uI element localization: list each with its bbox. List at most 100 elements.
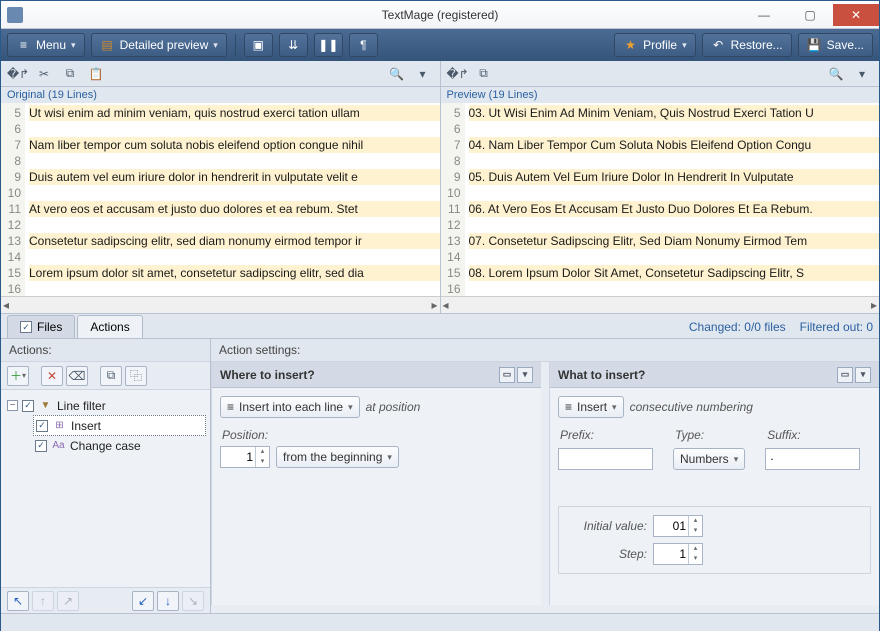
options-chevron[interactable]: ▾ [412,64,434,84]
files-checkbox[interactable]: ✓ [20,321,32,333]
section-dropdown-button[interactable]: ▾ [517,367,533,383]
delete-action-button[interactable]: ✕ [41,366,63,386]
select-all-button[interactable]: �↱ [7,64,29,84]
run-button[interactable]: ▣ [244,33,273,57]
preview-mode-button[interactable]: ▤ Detailed preview ▾ [91,33,227,57]
checkbox[interactable]: ✓ [36,420,48,432]
pilcrow-button[interactable]: ¶ [349,33,378,57]
position-label: Position: [220,424,533,446]
actions-tree[interactable]: − ✓ ▼ Line filter ✓ ⊞ Insert ✓ Aa Change… [1,390,210,587]
from-label: from the beginning [283,450,382,464]
where-title: Where to insert? [220,368,315,382]
type-value: Numbers [680,452,729,466]
chevron-down-icon: ▾ [71,40,76,51]
duplicate-action-button[interactable]: ⿻ [125,366,147,386]
add-action-button[interactable]: ＋▾ [7,366,29,386]
spin-up-icon[interactable]: ▴ [689,544,702,554]
prefix-label: Prefix: [558,424,653,446]
tab-strip: ✓ Files Actions Changed: 0/0 files Filte… [1,313,879,339]
preview-hscrollbar[interactable]: ◂▸ [441,296,880,313]
window-title: TextMage (registered) [382,8,499,22]
prefix-input[interactable] [558,448,653,470]
status-filtered: Filtered out: 0 [800,320,873,334]
position-input[interactable]: 1 ▴▾ [220,446,270,468]
section-dropdown-button[interactable]: ▾ [855,367,871,383]
preview-editor[interactable]: 56789101112131415161718 03. Ut Wisi Enim… [441,103,880,296]
from-combo[interactable]: from the beginning ▾ [276,446,399,468]
spin-up-icon[interactable]: ▴ [256,447,269,457]
changecase-icon: Aa [51,438,66,453]
hamburger-icon: ≡ [565,400,572,414]
type-combo[interactable]: Numbers ▾ [673,448,745,470]
minimize-button[interactable]: ― [741,4,787,26]
maximize-button[interactable]: ▢ [787,4,833,26]
menu-label: Menu [36,38,66,52]
section-menu-button[interactable]: ▭ [499,367,515,383]
pause-button[interactable]: ❚❚ [314,33,343,57]
step-input[interactable]: 1 ▴▾ [653,543,703,565]
tree-row-linefilter[interactable]: − ✓ ▼ Line filter [5,396,206,415]
collapse-icon[interactable]: − [7,400,18,411]
original-editor[interactable]: 56789101112131415161718 Ut wisi enim ad … [1,103,440,296]
spin-down-icon[interactable]: ▾ [689,554,702,564]
copy-button[interactable]: ⧉ [59,64,81,84]
preview-label: Detailed preview [120,38,209,52]
checkbox[interactable]: ✓ [22,400,34,412]
what-section: What to insert? ▭ ▾ ≡ Insert ▾ consecuti… [549,362,879,605]
suffix-input[interactable]: . [765,448,860,470]
original-hscrollbar[interactable]: ◂▸ [1,296,440,313]
preview-toolbar: �↱ ⧉ 🔍 ▾ [440,61,880,87]
pause-icon: ❚❚ [321,38,336,53]
what-section-head: What to insert? ▭ ▾ [550,362,879,388]
chevron-down-icon: ▾ [734,454,739,465]
nav-down-left-button[interactable]: ↙ [132,591,154,611]
where-mode-combo[interactable]: ≡ Insert into each line ▾ [220,396,360,418]
copy-action-button[interactable]: ⧉ [100,366,122,386]
position-value: 1 [246,450,253,464]
statusbar [1,613,879,631]
main-toolbar: ≡ Menu ▾ ▤ Detailed preview ▾ ▣ ⇊ ❚❚ ¶ ★… [1,29,879,61]
tab-actions[interactable]: Actions [77,315,142,338]
original-lines: Ut wisi enim ad minim veniam, quis nostr… [25,103,440,296]
step-button[interactable]: ⇊ [279,33,308,57]
menu-button[interactable]: ≡ Menu ▾ [7,33,85,57]
preview-gutter: 56789101112131415161718 [441,103,465,296]
cut-button[interactable]: ✂ [33,64,55,84]
profile-button[interactable]: ★ Profile ▾ [614,33,696,57]
spin-down-icon[interactable]: ▾ [689,526,702,536]
checkbox[interactable]: ✓ [35,440,47,452]
save-button[interactable]: 💾 Save... [798,33,873,57]
save-label: Save... [827,38,864,52]
spin-down-icon[interactable]: ▾ [256,457,269,467]
options-chevron[interactable]: ▾ [851,64,873,84]
restore-button[interactable]: ↶ Restore... [702,33,792,57]
settings-panel-head: Action settings: [211,339,879,362]
nav-right-button[interactable]: ↗ [57,591,79,611]
clear-actions-button[interactable]: ⌫ [66,366,88,386]
tab-actions-label: Actions [90,320,129,334]
search-button[interactable]: 🔍 [386,64,408,84]
actions-toolbar: ＋▾ ✕ ⌫ ⧉ ⿻ [1,362,210,390]
tree-row-insert[interactable]: ✓ ⊞ Insert [33,415,206,436]
tab-files[interactable]: ✓ Files [7,315,75,338]
suffix-value: . [770,449,773,463]
what-mode-combo[interactable]: ≡ Insert ▾ [558,396,624,418]
filter-icon: ▼ [38,398,53,413]
initial-value-input[interactable]: 01 ▴▾ [653,515,703,537]
where-combo-label: Insert into each line [239,400,343,414]
paste-button[interactable]: 📋 [85,64,107,84]
select-all-button[interactable]: �↱ [447,64,469,84]
nav-down-right-button[interactable]: ↘ [182,591,204,611]
copy-button[interactable]: ⧉ [473,64,495,84]
settings-panel: Action settings: Where to insert? ▭ ▾ ≡ … [211,339,879,613]
hamburger-icon: ≡ [16,38,31,53]
nav-up-button[interactable]: ↑ [32,591,54,611]
nav-up-left-button[interactable]: ↖ [7,591,29,611]
search-button[interactable]: 🔍 [825,64,847,84]
close-button[interactable]: ✕ [833,4,879,26]
section-menu-button[interactable]: ▭ [837,367,853,383]
tree-row-changecase[interactable]: ✓ Aa Change case [33,436,206,455]
nav-down-button[interactable]: ↓ [157,591,179,611]
spin-up-icon[interactable]: ▴ [689,516,702,526]
where-section: Where to insert? ▭ ▾ ≡ Insert into each … [211,362,541,605]
